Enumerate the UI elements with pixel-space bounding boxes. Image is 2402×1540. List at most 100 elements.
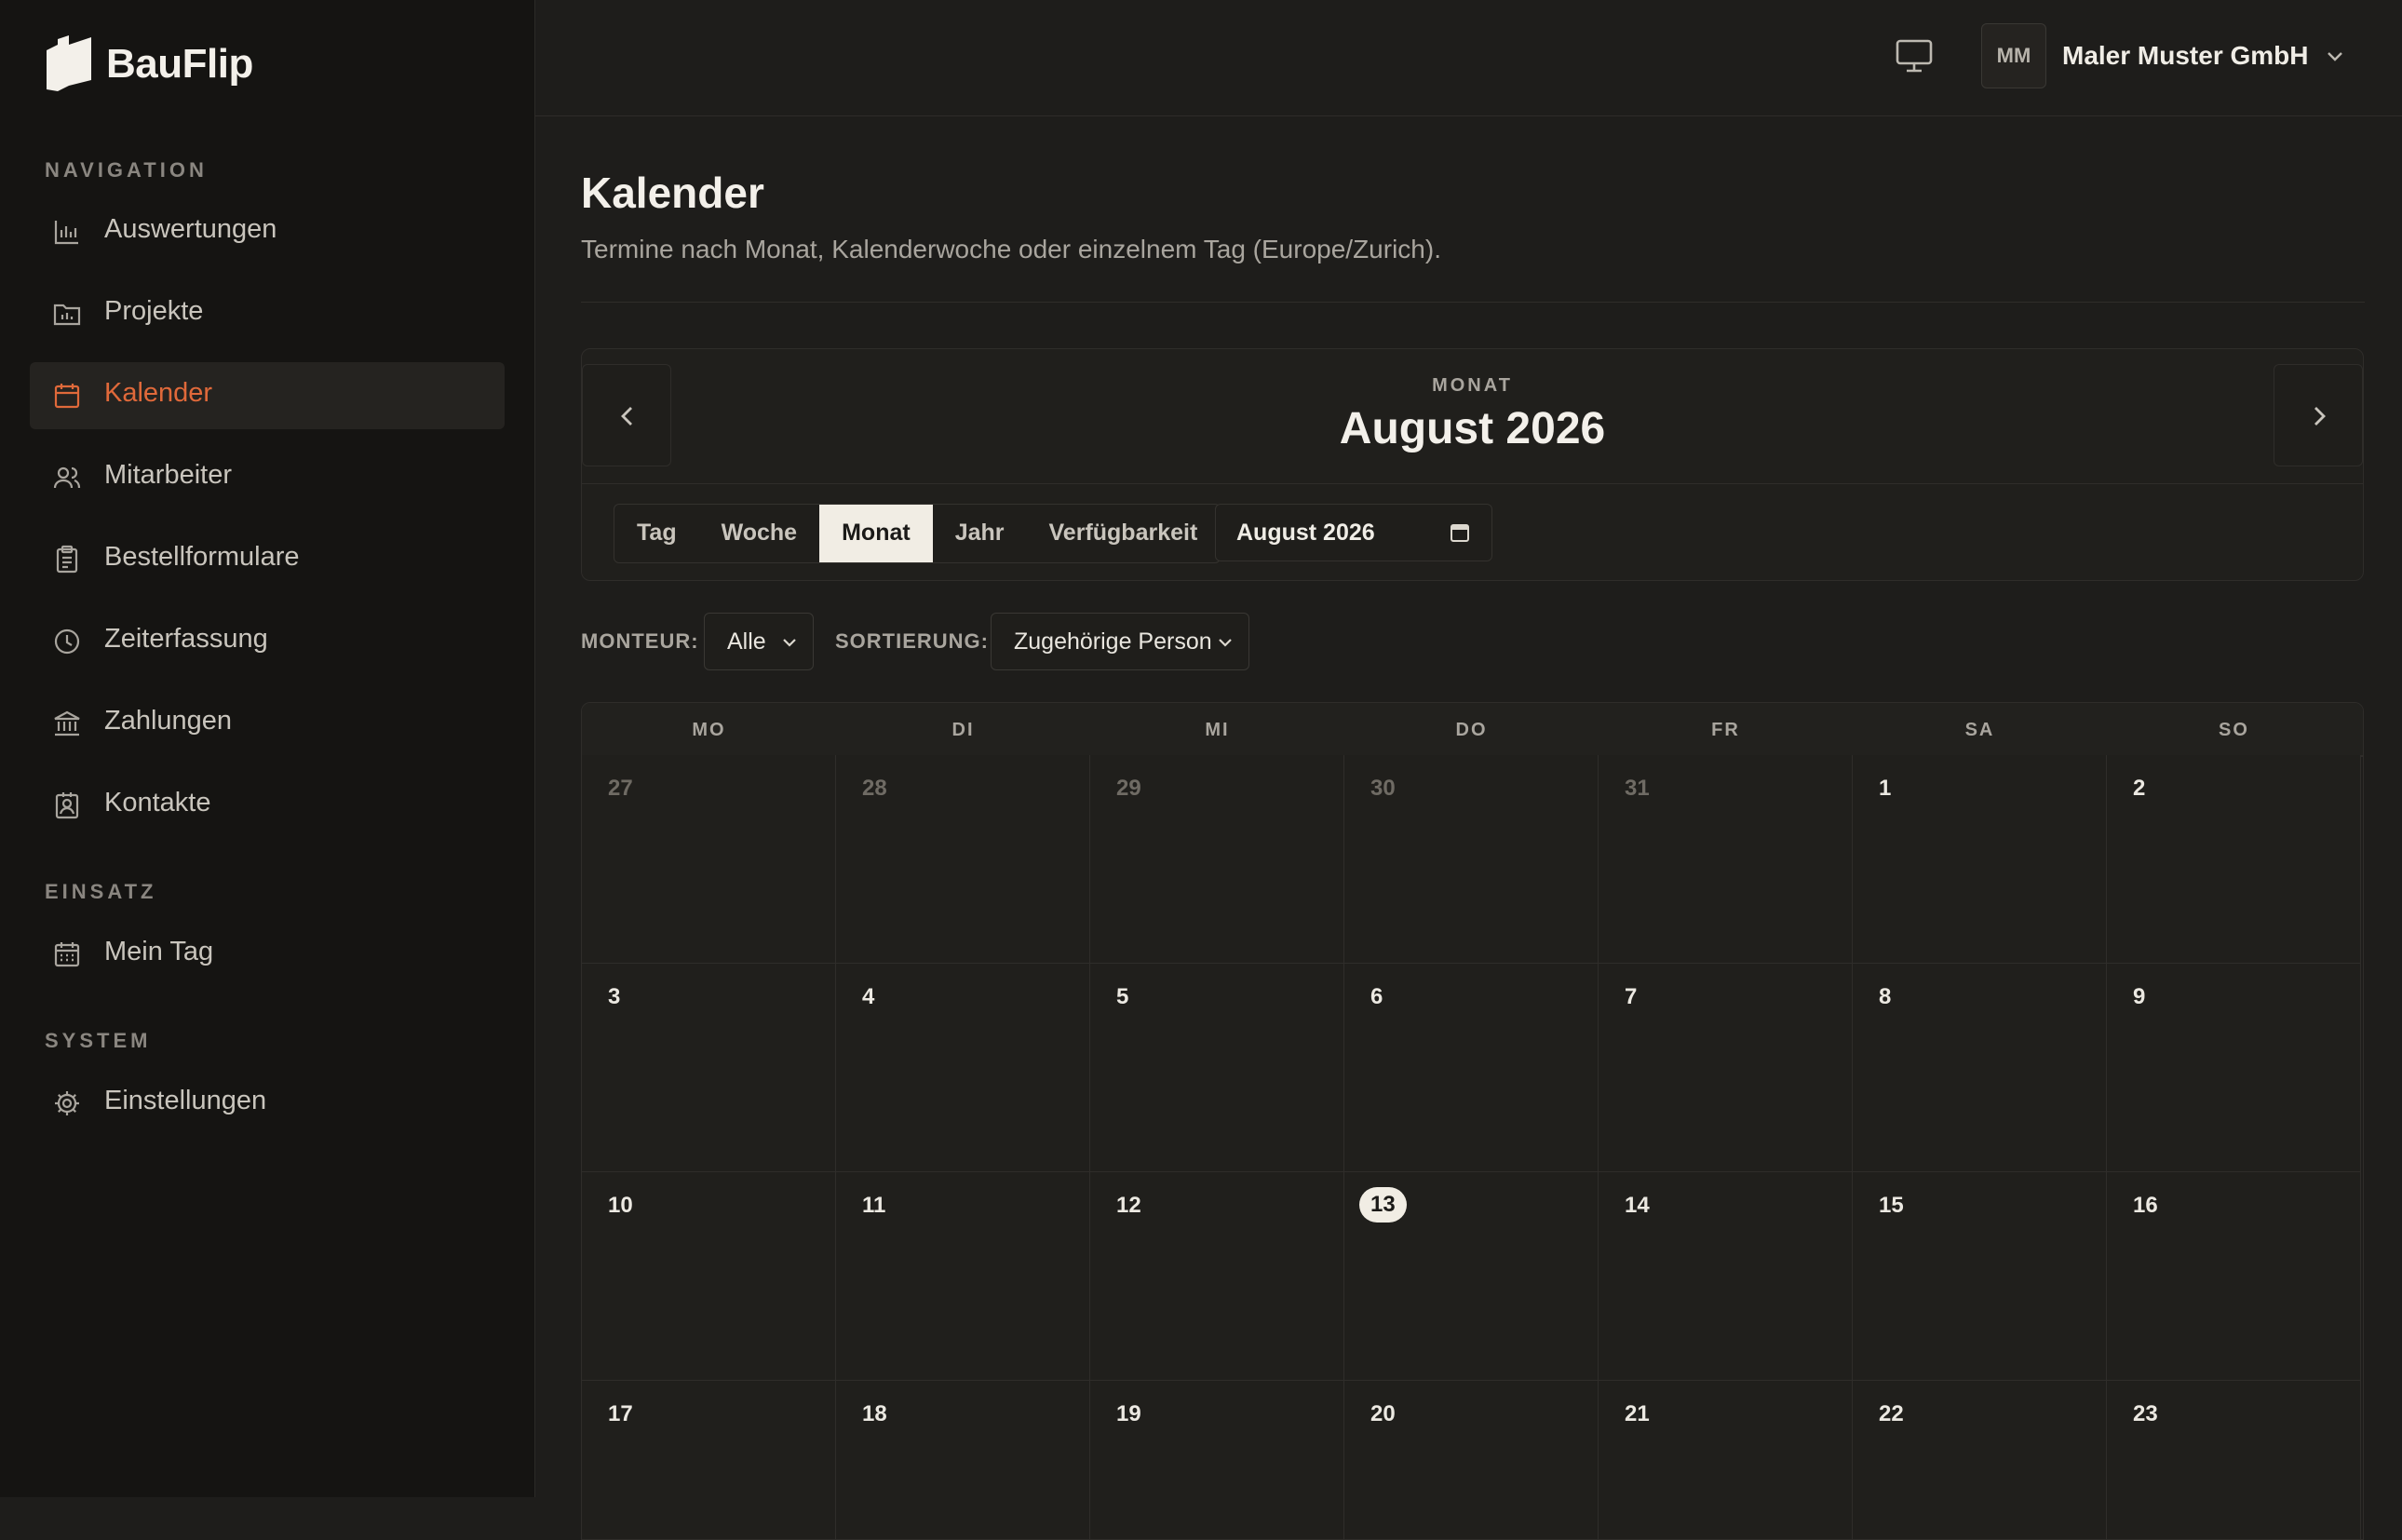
date-number: 22 (1879, 1401, 1904, 1426)
sidebar-item-kalender[interactable]: Kalender (30, 362, 505, 429)
sidebar-item-label: Zahlungen (104, 706, 233, 736)
monteur-label: MONTEUR: (581, 629, 699, 653)
day-cell[interactable]: 21 (1599, 1381, 1853, 1539)
day-cell[interactable]: 11 (836, 1172, 1090, 1381)
date-number: 6 (1370, 984, 1383, 1009)
sidebar: BauFlip NAVIGATION Auswertungen Projekte… (0, 0, 535, 1497)
date-number: 5 (1116, 984, 1129, 1009)
chevron-down-icon[interactable] (2324, 45, 2346, 67)
day-cell[interactable]: 20 (1344, 1381, 1599, 1539)
next-period-button[interactable] (2274, 364, 2363, 466)
day-cell[interactable]: 5 (1090, 964, 1344, 1172)
tab-monat[interactable]: Monat (819, 505, 933, 562)
sidebar-item-label: Mein Tag (104, 937, 214, 966)
contact-icon (55, 792, 79, 819)
month-grid: MO DI MI DO FR SA SO 27 28 29 30 31 1 2 3 4 5 6 7 8 9… (581, 702, 2364, 1540)
date-number: 27 (608, 776, 633, 801)
day-cell[interactable]: 7 (1599, 964, 1853, 1172)
tab-tag[interactable]: Tag (614, 505, 699, 562)
sidebar-item-bestellformulare[interactable]: Bestellformulare (30, 526, 505, 593)
day-cell[interactable]: 16 (2107, 1172, 2361, 1381)
tab-woche[interactable]: Woche (699, 505, 820, 562)
tab-verfuegbarkeit[interactable]: Verfügbarkeit (1027, 505, 1221, 562)
sidebar-item-mein-tag[interactable]: Mein Tag (30, 921, 505, 988)
card-divider (582, 483, 2363, 484)
day-cell[interactable]: 15 (1853, 1172, 2107, 1381)
logo-icon (47, 35, 91, 91)
date-number: 12 (1116, 1193, 1141, 1218)
sort-label: SORTIERUNG: (835, 629, 989, 653)
avatar[interactable]: MM (1981, 23, 2046, 88)
day-cell[interactable]: 8 (1853, 964, 2107, 1172)
day-cell[interactable]: 12 (1090, 1172, 1344, 1381)
sidebar-item-zeiterfassung[interactable]: Zeiterfassung (30, 608, 505, 675)
date-number: 8 (1879, 984, 1892, 1009)
divider (581, 302, 2365, 303)
monitor-icon[interactable] (1894, 35, 1935, 76)
sidebar-item-auswertungen[interactable]: Auswertungen (30, 198, 505, 265)
app-logo[interactable]: BauFlip (45, 35, 253, 93)
date-number: 30 (1370, 776, 1396, 801)
date-number: 20 (1370, 1401, 1396, 1426)
sidebar-item-einstellungen[interactable]: Einstellungen (30, 1070, 505, 1137)
gear-icon (55, 1091, 79, 1115)
date-number: 1 (1879, 776, 1892, 801)
day-cell[interactable]: 31 (1599, 755, 1853, 964)
day-cell[interactable]: 2 (2107, 755, 2361, 964)
sidebar-item-label: Mitarbeiter (104, 460, 232, 490)
sidebar-item-mitarbeiter[interactable]: Mitarbeiter (30, 444, 505, 511)
monteur-select[interactable]: Alle (704, 613, 814, 670)
day-cell[interactable]: 17 (582, 1381, 836, 1539)
day-cell[interactable]: 27 (582, 755, 836, 964)
weekday-sa: SA (1964, 720, 1995, 740)
date-number: 14 (1625, 1193, 1650, 1218)
day-cell[interactable]: 23 (2107, 1381, 2361, 1539)
date-number: 4 (862, 984, 875, 1009)
sort-select[interactable]: Zugehörige Person (991, 613, 1249, 670)
bar-chart-icon (54, 221, 78, 245)
day-cell[interactable]: 6 (1344, 964, 1599, 1172)
calendar-controls: MONAT August 2026 Tag Woche Monat Jahr V… (581, 348, 2364, 581)
sidebar-item-label: Einstellungen (104, 1086, 267, 1115)
sidebar-item-label: Auswertungen (104, 214, 277, 244)
day-cell[interactable]: 14 (1599, 1172, 1853, 1381)
day-cell[interactable]: 9 (2107, 964, 2361, 1172)
weekday-fr: FR (1711, 720, 1740, 740)
day-cell[interactable]: 19 (1090, 1381, 1344, 1539)
section-label-navigation: NAVIGATION (45, 158, 208, 182)
sidebar-item-kontakte[interactable]: Kontakte (30, 772, 505, 839)
sidebar-item-label: Kontakte (104, 788, 211, 817)
monteur-select-value: Alle (727, 628, 766, 655)
view-switcher: Tag Woche Monat Jahr Verfügbarkeit (614, 504, 1221, 563)
page-title: Kalender (581, 169, 764, 217)
tab-jahr[interactable]: Jahr (933, 505, 1027, 562)
month-picker-value: August 2026 (1236, 520, 1375, 546)
sort-select-value: Zugehörige Person (1014, 628, 1212, 655)
month-picker-input[interactable]: August 2026 (1215, 504, 1492, 561)
date-number: 10 (608, 1193, 633, 1218)
day-cell[interactable]: 18 (836, 1381, 1090, 1539)
users-icon (53, 466, 81, 489)
day-cell[interactable]: 1 (1853, 755, 2107, 964)
day-cell[interactable]: 4 (836, 964, 1090, 1172)
date-number: 11 (862, 1193, 886, 1218)
calendar-grid-icon (54, 942, 80, 967)
day-cell[interactable]: 29 (1090, 755, 1344, 964)
day-cell[interactable]: 13 (1344, 1172, 1599, 1381)
clipboard-icon (56, 545, 78, 574)
day-cell[interactable]: 10 (582, 1172, 836, 1381)
company-name[interactable]: Maler Muster GmbH (2062, 41, 2309, 71)
date-number: 31 (1625, 776, 1650, 801)
calendar-icon[interactable] (1449, 521, 1471, 544)
day-cell[interactable]: 3 (582, 964, 836, 1172)
sidebar-item-zahlungen[interactable]: Zahlungen (30, 690, 505, 757)
weekday-header: MO DI MI DO FR SA SO (582, 703, 2363, 757)
day-cell[interactable]: 30 (1344, 755, 1599, 964)
date-number: 23 (2133, 1401, 2158, 1426)
sidebar-item-projekte[interactable]: Projekte (30, 280, 505, 347)
day-cell[interactable]: 28 (836, 755, 1090, 964)
date-number: 28 (862, 776, 887, 801)
day-cell[interactable]: 22 (1853, 1381, 2107, 1539)
date-number: 16 (2133, 1193, 2158, 1218)
sidebar-item-label: Bestellformulare (104, 542, 300, 572)
